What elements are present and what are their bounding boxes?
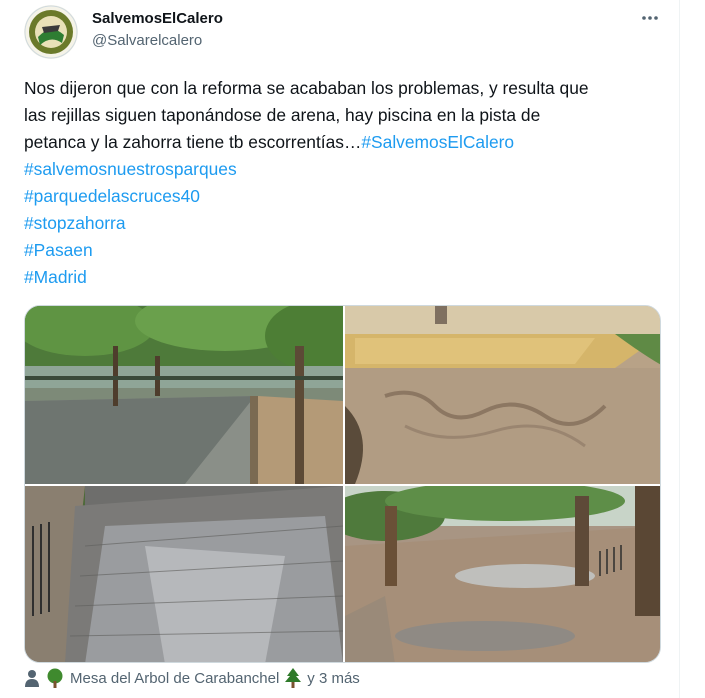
tweet-text-line: las rejillas siguen taponándose de arena… (24, 105, 541, 125)
person-icon (24, 669, 40, 687)
hashtag-link[interactable]: #parquedelascruces40 (24, 186, 200, 206)
tagged-more[interactable]: y 3 más (307, 670, 360, 687)
tree-icon (46, 668, 64, 688)
tagged-people[interactable]: Mesa del Arbol de Carabanchel y 3 más (24, 667, 360, 689)
hashtag-link[interactable]: #Pasaen (24, 240, 93, 260)
evergreen-tree-icon (285, 668, 302, 688)
hashtag-link[interactable]: #SalvemosElCalero (361, 132, 514, 152)
hashtag-link[interactable]: #salvemosnuestrosparques (24, 159, 237, 179)
club-logo-icon (24, 5, 78, 59)
media-grid (24, 305, 661, 663)
user-handle[interactable]: @Salvarelcalero (92, 31, 223, 51)
ellipsis-icon (642, 16, 658, 20)
tweet-text-segment: petanca y la zahorra tiene tb escorrentí… (24, 132, 362, 152)
display-name[interactable]: SalvemosElCalero (92, 9, 223, 29)
timeline-column-border (679, 0, 680, 698)
avatar[interactable] (24, 5, 78, 59)
photo-wet-pavement[interactable] (25, 486, 343, 662)
tweet-header: SalvemosElCalero @Salvarelcalero (92, 9, 223, 51)
tweet-text-line: Nos dijeron que con la reforma se acabab… (24, 78, 589, 98)
photo-sand-erosion[interactable] (345, 306, 660, 484)
photo-park-flooded[interactable] (25, 306, 343, 484)
hashtag-link[interactable]: #Madrid (24, 267, 87, 287)
hashtag-link[interactable]: #stopzahorra (24, 213, 126, 233)
tweet-text: Nos dijeron que con la reforma se acabab… (24, 75, 674, 291)
tweet-text-line: petanca y la zahorra tiene tb escorrentí… (24, 129, 674, 156)
tagged-name[interactable]: Mesa del Arbol de Carabanchel (70, 670, 279, 687)
more-options-button[interactable] (636, 6, 664, 30)
photo-puddled-path[interactable] (345, 486, 660, 662)
